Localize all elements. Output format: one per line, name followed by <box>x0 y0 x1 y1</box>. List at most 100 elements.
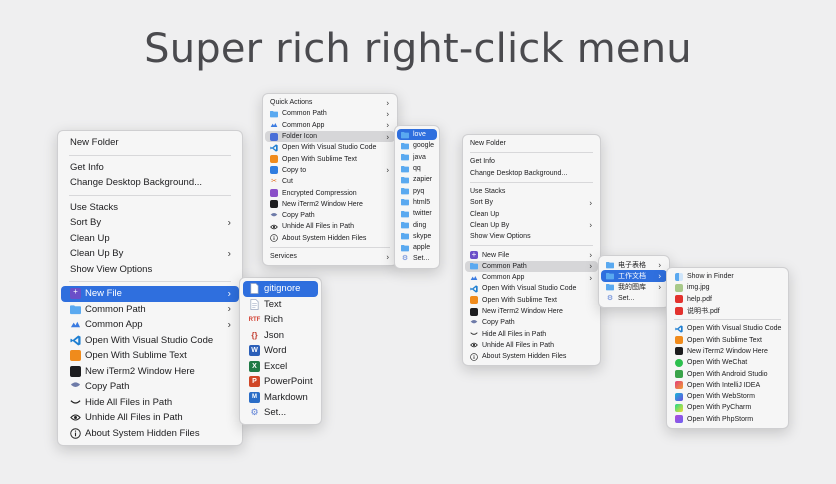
menu-a-item-new-file[interactable]: + New File › <box>61 286 239 302</box>
work-docs-item-show-in-finder[interactable]: Show in Finder <box>669 271 786 282</box>
new-file-item-excel[interactable]: X Excel <box>243 359 318 375</box>
menu-c-item-use-stacks[interactable]: Use Stacks <box>465 186 598 197</box>
menu-c-item-sort-by[interactable]: Sort By › <box>465 197 598 208</box>
work-docs-item-说明书-pdf[interactable]: 说明书.pdf <box>669 305 786 316</box>
menu-a-item-hide-all-files-in-path[interactable]: Hide All Files in Path <box>61 395 239 411</box>
menu-c-item-clean-up-by[interactable]: Clean Up By › <box>465 220 598 231</box>
menu-item-label: Clean Up By <box>470 221 510 229</box>
menu-a-item-about-system-hidden-files[interactable]: About System Hidden Files <box>61 426 239 442</box>
new-file-item-rich[interactable]: RTF Rich <box>243 312 318 328</box>
menu-c-item-change-desktop-background[interactable]: Change Desktop Background... <box>465 168 598 179</box>
menu-item-label: 说明书.pdf <box>687 307 720 315</box>
new-file-item-json[interactable]: {} Json <box>243 328 318 344</box>
menu-item-label: Copy Path <box>482 319 515 327</box>
menu-b-item-open-with-visual-studio-code[interactable]: Open With Visual Studio Code <box>265 142 395 153</box>
menu-a-item-open-with-sublime-text[interactable]: Open With Sublime Text <box>61 348 239 364</box>
menu-c-item-open-with-visual-studio-code[interactable]: Open With Visual Studio Code <box>465 283 598 294</box>
folder-icon-item-google[interactable]: google <box>397 140 437 151</box>
menu-a-item-new-iterm2-window-here[interactable]: New iTerm2 Window Here <box>61 364 239 380</box>
menu-b-item-open-with-sublime-text[interactable]: Open With Sublime Text <box>265 153 395 164</box>
menu-c-item-new-iterm2-window-here[interactable]: New iTerm2 Window Here <box>465 306 598 317</box>
menu-b-item-common-path[interactable]: Common Path › <box>265 108 395 119</box>
menu-c-item-show-view-options[interactable]: Show View Options <box>465 231 598 242</box>
menu-c-item-new-file[interactable]: + New File › <box>465 249 598 260</box>
menu-item-label: Open With Visual Studio Code <box>482 285 577 293</box>
common-path-item-工作文档[interactable]: 工作文档 › <box>601 270 667 282</box>
menu-c-item-clean-up[interactable]: Clean Up <box>465 208 598 219</box>
menu-c-item-common-app[interactable]: Common App › <box>465 272 598 283</box>
work-docs-item-open-with-webstorm[interactable]: Open With WebStorm <box>669 391 786 402</box>
work-docs-item-open-with-visual-studio-code[interactable]: Open With Visual Studio Code <box>669 323 786 334</box>
menu-item-label: Cut <box>282 178 293 186</box>
menu-b-item-copy-path[interactable]: Copy Path <box>265 210 395 221</box>
menu-b-item-encrypted-compression[interactable]: Encrypted Compression <box>265 187 395 198</box>
new-file-item-text[interactable]: Text <box>243 297 318 313</box>
folder-icon-item-twitter[interactable]: twitter <box>397 208 437 219</box>
menu-a-item-change-desktop-background[interactable]: Change Desktop Background... <box>61 175 239 191</box>
menu-b-item-cut[interactable]: ✂ Cut <box>265 176 395 187</box>
menu-b-item-services[interactable]: Services › <box>265 251 395 262</box>
menu-item-label: Copy Path <box>85 381 130 393</box>
menu-a-item-common-app[interactable]: Common App › <box>61 317 239 333</box>
common-path-item-我的图库[interactable]: 我的图库 › <box>601 282 667 293</box>
menu-a-item-open-with-visual-studio-code[interactable]: Open With Visual Studio Code <box>61 333 239 349</box>
menu-a-item-use-stacks[interactable]: Use Stacks <box>61 200 239 216</box>
menu-c-item-get-info[interactable]: Get Info <box>465 156 598 167</box>
menu-a-item-common-path[interactable]: Common Path › <box>61 302 239 318</box>
menu-a-item-unhide-all-files-in-path[interactable]: Unhide All Files in Path <box>61 410 239 426</box>
menu-a-item-sort-by[interactable]: Sort By › <box>61 215 239 231</box>
menu-a-item-clean-up[interactable]: Clean Up <box>61 231 239 247</box>
menu-a-item-show-view-options[interactable]: Show View Options <box>61 262 239 278</box>
menu-a-item-new-folder[interactable]: New Folder <box>61 135 239 151</box>
common-path-item-电子表格[interactable]: 电子表格 › <box>601 259 667 270</box>
menu-item-label: 工作文档 <box>618 272 646 280</box>
folder-icon-item-apple[interactable]: apple <box>397 242 437 253</box>
menu-b-item-about-system-hidden-files[interactable]: About System Hidden Files <box>265 233 395 244</box>
folder-icon <box>401 210 409 218</box>
menu-c-item-common-path[interactable]: Common Path › <box>465 260 598 272</box>
menu-b-item-new-iterm2-window-here[interactable]: New iTerm2 Window Here <box>265 199 395 210</box>
folder-icon-item-skype[interactable]: skype <box>397 231 437 242</box>
menu-b-item-quick-actions[interactable]: Quick Actions › <box>265 97 395 108</box>
menu-b-item-common-app[interactable]: Common App › <box>265 120 395 131</box>
menu-c-item-new-folder[interactable]: New Folder <box>465 138 598 149</box>
menu-c-item-copy-path[interactable]: Copy Path <box>465 317 598 328</box>
work-docs-item-new-iterm2-window-here[interactable]: New iTerm2 Window Here <box>669 346 786 357</box>
menu-c-item-unhide-all-files-in-path[interactable]: Unhide All Files in Path <box>465 340 598 351</box>
chevron-right-icon: › <box>589 261 592 271</box>
work-docs-item-open-with-android-studio[interactable]: Open With Android Studio <box>669 368 786 379</box>
folder-icon-item-qq[interactable]: qq <box>397 163 437 174</box>
menu-c-item-open-with-sublime-text[interactable]: Open With Sublime Text <box>465 295 598 306</box>
new-file-item-gitignore[interactable]: gitignore <box>243 281 318 297</box>
new-file-item-set[interactable]: ⚙ Set... <box>243 405 318 421</box>
menu-a-item-clean-up-by[interactable]: Clean Up By › <box>61 246 239 262</box>
work-docs-item-open-with-sublime-text[interactable]: Open With Sublime Text <box>669 334 786 345</box>
work-docs-item-img-jpg[interactable]: img.jpg <box>669 282 786 293</box>
menu-a-item-copy-path[interactable]: Copy Path <box>61 379 239 395</box>
menu-c-item-hide-all-files-in-path[interactable]: Hide All Files in Path <box>465 328 598 339</box>
menu-a-item-get-info[interactable]: Get Info <box>61 160 239 176</box>
work-docs-item-open-with-intellij-idea[interactable]: Open With IntelliJ IDEA <box>669 380 786 391</box>
menu-b-item-unhide-all-files-in-path[interactable]: Unhide All Files in Path <box>265 221 395 232</box>
new-file-item-word[interactable]: W Word <box>243 343 318 359</box>
work-docs-item-open-with-pycharm[interactable]: Open With PyCharm <box>669 402 786 413</box>
menu-c-item-about-system-hidden-files[interactable]: About System Hidden Files <box>465 351 598 362</box>
menu-b-item-copy-to[interactable]: Copy to › <box>265 165 395 176</box>
folder-icon-item-java[interactable]: java <box>397 152 437 163</box>
menu-b-item-folder-icon[interactable]: Folder Icon › <box>265 130 395 143</box>
new-file-item-markdown[interactable]: M Markdown <box>243 390 318 406</box>
folder-icon-item-pyq[interactable]: pyq <box>397 185 437 196</box>
folder-icon-item-set[interactable]: ⚙ Set... <box>397 253 437 264</box>
folder-icon-item-love[interactable]: love <box>397 129 437 141</box>
chevron-right-icon: › <box>658 271 661 281</box>
folder-icon-item-html5[interactable]: html5 <box>397 197 437 208</box>
folder-icon-item-ding[interactable]: ding <box>397 219 437 230</box>
folder-icon-item-zapier[interactable]: zapier <box>397 174 437 185</box>
common-path-item-set[interactable]: ⚙ Set... <box>601 293 667 304</box>
menu-item-label: java <box>413 153 426 161</box>
menu-item-label: Sort By <box>470 199 493 207</box>
work-docs-item-open-with-wechat[interactable]: Open With WeChat <box>669 357 786 368</box>
work-docs-item-help-pdf[interactable]: help.pdf <box>669 294 786 305</box>
work-docs-item-open-with-phpstorm[interactable]: Open With PhpStorm <box>669 414 786 425</box>
new-file-item-powerpoint[interactable]: P PowerPoint <box>243 374 318 390</box>
